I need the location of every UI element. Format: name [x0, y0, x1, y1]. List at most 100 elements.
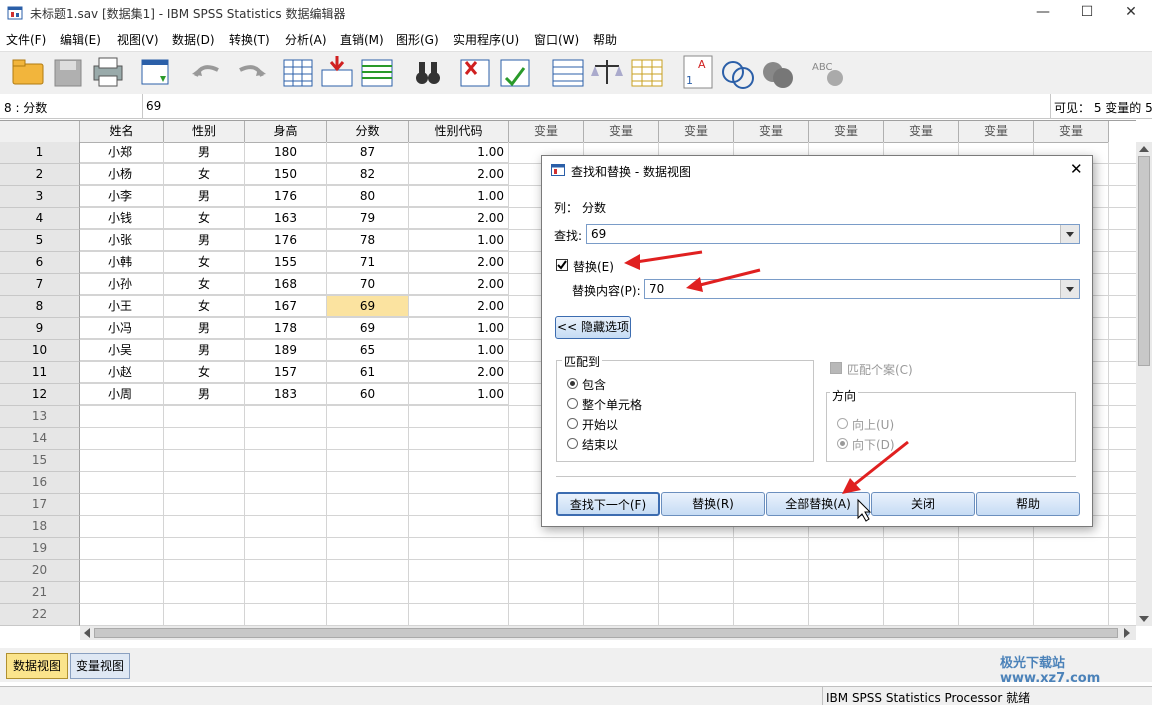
- data-cell[interactable]: 女: [164, 362, 245, 383]
- match-contains-radio[interactable]: [567, 378, 578, 389]
- vertical-scrollbar[interactable]: [1136, 142, 1152, 626]
- data-cell[interactable]: 小王: [80, 296, 164, 317]
- row-number[interactable]: 3: [0, 186, 80, 208]
- scroll-down-arrow-icon[interactable]: [1139, 616, 1149, 622]
- find-combobox[interactable]: 69: [586, 224, 1080, 244]
- data-cell[interactable]: 小吴: [80, 340, 164, 361]
- match-begins-with-label[interactable]: 开始以: [582, 416, 618, 433]
- data-cell[interactable]: 1.00: [409, 142, 509, 163]
- close-button[interactable]: 关闭: [871, 492, 975, 516]
- row-number[interactable]: 13: [0, 406, 80, 428]
- print-icon[interactable]: [93, 57, 123, 87]
- horizontal-scroll-thumb[interactable]: [94, 628, 1118, 638]
- data-cell[interactable]: 178: [245, 318, 327, 339]
- row-number[interactable]: 20: [0, 560, 80, 582]
- show-all-variables-icon[interactable]: [763, 62, 793, 88]
- data-cell[interactable]: 65: [327, 340, 409, 361]
- empty-variable-header[interactable]: 变量: [509, 121, 584, 143]
- maximize-button[interactable]: ☐: [1064, 0, 1110, 26]
- menu-help[interactable]: 帮助: [593, 31, 617, 48]
- column-header[interactable]: 分数: [327, 121, 409, 143]
- data-cell[interactable]: 男: [164, 230, 245, 251]
- data-cell[interactable]: 167: [245, 296, 327, 317]
- variables-icon[interactable]: [361, 59, 393, 87]
- data-cell[interactable]: 2.00: [409, 164, 509, 185]
- column-header[interactable]: 性别代码: [409, 121, 509, 143]
- find-icon[interactable]: [416, 62, 440, 84]
- column-header[interactable]: 姓名: [80, 121, 164, 143]
- data-cell[interactable]: 2.00: [409, 296, 509, 317]
- replace-with-combobox[interactable]: 70: [644, 279, 1080, 299]
- weight-cases-icon[interactable]: [591, 60, 623, 84]
- menu-file[interactable]: 文件(F): [6, 31, 46, 48]
- row-number[interactable]: 21: [0, 582, 80, 604]
- tab-variable-view[interactable]: 变量视图: [70, 653, 130, 679]
- menu-transform[interactable]: 转换(T): [229, 31, 270, 48]
- direction-up-label[interactable]: 向上(U): [852, 416, 894, 433]
- match-begins-with-radio[interactable]: [567, 418, 578, 429]
- row-number[interactable]: 5: [0, 230, 80, 252]
- replace-button[interactable]: 替换(R): [661, 492, 765, 516]
- data-cell[interactable]: 189: [245, 340, 327, 361]
- data-cell[interactable]: 70: [327, 274, 409, 295]
- selected-cell[interactable]: 69: [327, 296, 409, 317]
- row-number[interactable]: 7: [0, 274, 80, 296]
- data-cell[interactable]: 男: [164, 142, 245, 163]
- row-number[interactable]: 16: [0, 472, 80, 494]
- match-whole-cell-label[interactable]: 整个单元格: [582, 396, 642, 413]
- insert-cases-icon[interactable]: [460, 59, 490, 87]
- menu-utilities[interactable]: 实用程序(U): [453, 31, 519, 48]
- value-labels-icon[interactable]: A1: [683, 55, 713, 89]
- row-number[interactable]: 11: [0, 362, 80, 384]
- data-cell[interactable]: 168: [245, 274, 327, 295]
- data-cell[interactable]: 小钱: [80, 208, 164, 229]
- row-number[interactable]: 14: [0, 428, 80, 450]
- hide-options-button[interactable]: << 隐藏选项: [555, 316, 631, 339]
- dialog-recall-icon[interactable]: [141, 59, 169, 85]
- data-cell[interactable]: 2.00: [409, 362, 509, 383]
- menu-view[interactable]: 视图(V): [117, 31, 159, 48]
- empty-variable-header[interactable]: 变量: [809, 121, 884, 143]
- row-number[interactable]: 15: [0, 450, 80, 472]
- row-number[interactable]: 10: [0, 340, 80, 362]
- data-cell[interactable]: 小赵: [80, 362, 164, 383]
- data-cell[interactable]: 1.00: [409, 186, 509, 207]
- data-cell[interactable]: 小韩: [80, 252, 164, 273]
- menu-data[interactable]: 数据(D): [172, 31, 215, 48]
- data-cell[interactable]: 80: [327, 186, 409, 207]
- data-cell[interactable]: 157: [245, 362, 327, 383]
- spelling-icon[interactable]: ABC: [812, 62, 843, 86]
- tab-data-view[interactable]: 数据视图: [6, 653, 68, 679]
- menu-window[interactable]: 窗口(W): [534, 31, 579, 48]
- dialog-close-icon[interactable]: ✕: [1070, 160, 1083, 178]
- data-cell[interactable]: 1.00: [409, 340, 509, 361]
- cell-value-editor[interactable]: 69: [146, 99, 1046, 113]
- data-cell[interactable]: 女: [164, 296, 245, 317]
- row-number[interactable]: 9: [0, 318, 80, 340]
- horizontal-scrollbar[interactable]: [80, 626, 1136, 640]
- close-window-button[interactable]: ✕: [1108, 0, 1152, 26]
- match-whole-cell-radio[interactable]: [567, 398, 578, 409]
- insert-variable-icon[interactable]: [500, 59, 530, 87]
- menu-direct-marketing[interactable]: 直销(M): [340, 31, 384, 48]
- row-number[interactable]: 8: [0, 296, 80, 318]
- data-cell[interactable]: 60: [327, 384, 409, 405]
- find-value[interactable]: 69: [591, 227, 606, 241]
- save-icon[interactable]: [54, 59, 82, 87]
- use-sets-icon[interactable]: [722, 61, 754, 89]
- menu-graphs[interactable]: 图形(G): [396, 31, 439, 48]
- goto-variable-icon[interactable]: [321, 56, 353, 87]
- row-number[interactable]: 12: [0, 384, 80, 406]
- help-button[interactable]: 帮助: [976, 492, 1080, 516]
- vertical-scroll-thumb[interactable]: [1138, 156, 1150, 366]
- data-cell[interactable]: 女: [164, 164, 245, 185]
- data-cell[interactable]: 小周: [80, 384, 164, 405]
- empty-variable-header[interactable]: 变量: [584, 121, 659, 143]
- data-cell[interactable]: 78: [327, 230, 409, 251]
- column-header[interactable]: 身高: [245, 121, 327, 143]
- grid-corner[interactable]: [0, 121, 80, 143]
- direction-down-label[interactable]: 向下(D): [852, 436, 895, 453]
- scroll-left-arrow-icon[interactable]: [84, 628, 90, 638]
- data-cell[interactable]: 2.00: [409, 208, 509, 229]
- replace-with-dropdown-icon[interactable]: [1060, 280, 1079, 298]
